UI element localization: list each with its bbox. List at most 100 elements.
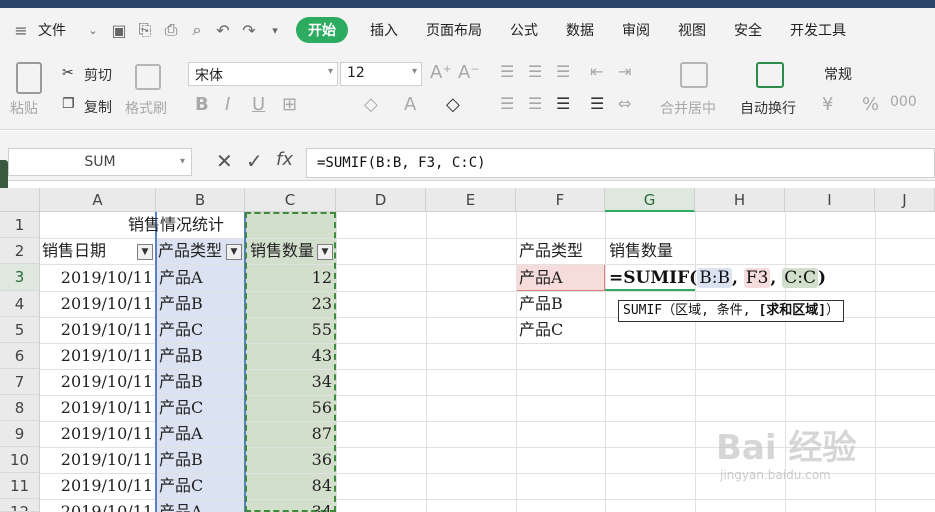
row-header-6[interactable]: 6: [0, 343, 40, 369]
cell-qty[interactable]: 87: [245, 421, 332, 447]
row-header-2[interactable]: 2: [0, 238, 40, 264]
cancel-icon[interactable]: ✕: [216, 149, 233, 173]
justify-icon[interactable]: ☰: [590, 94, 604, 113]
column-header-d[interactable]: D: [336, 188, 426, 212]
cell-type[interactable]: 产品A: [159, 265, 203, 291]
summary-item[interactable]: 产品C: [519, 317, 563, 343]
save-icon[interactable]: ▣: [106, 21, 132, 40]
wrap-text-icon[interactable]: [756, 62, 784, 88]
merge-center-icon[interactable]: [680, 62, 708, 88]
row-header-4[interactable]: 4: [0, 291, 40, 317]
summary-header-type[interactable]: 产品类型: [519, 238, 583, 264]
indent-increase-icon[interactable]: ⇥: [618, 62, 631, 81]
export-icon[interactable]: ⎘: [132, 20, 158, 40]
filter-dropdown-icon[interactable]: ▼: [137, 244, 153, 260]
cell-type[interactable]: 产品C: [159, 317, 203, 343]
cell-type[interactable]: 产品A: [159, 421, 203, 447]
cell-qty[interactable]: 56: [245, 395, 332, 421]
indent-decrease-icon[interactable]: ⇤: [590, 62, 603, 81]
cell-date[interactable]: 2019/10/11: [40, 499, 153, 512]
cell-type[interactable]: 产品A: [159, 499, 203, 512]
summary-item[interactable]: 产品A: [519, 265, 563, 291]
cell-qty[interactable]: 23: [245, 291, 332, 317]
column-header-e[interactable]: E: [426, 188, 516, 212]
cell-date[interactable]: 2019/10/11: [40, 343, 153, 369]
insert-function-button[interactable]: fx: [276, 149, 293, 170]
formula-input[interactable]: =SUMIF(B:B, F3, C:C): [306, 148, 935, 178]
column-header-h[interactable]: H: [695, 188, 785, 212]
hamburger-menu-icon[interactable]: ≡: [8, 21, 34, 40]
row-header-9[interactable]: 9: [0, 421, 40, 447]
in-cell-formula-editor[interactable]: =SUMIF(B:B, F3, C:C): [609, 266, 826, 290]
cell-date[interactable]: 2019/10/11: [40, 265, 153, 291]
row-header-8[interactable]: 8: [0, 395, 40, 421]
cell-qty[interactable]: 55: [245, 317, 332, 343]
italic-icon[interactable]: I: [225, 94, 230, 115]
column-header-i[interactable]: I: [785, 188, 875, 212]
tab-review[interactable]: 审阅: [608, 20, 664, 40]
filter-dropdown-icon[interactable]: ▼: [317, 244, 333, 260]
paste-icon[interactable]: [16, 62, 42, 94]
tab-developer[interactable]: 开发工具: [776, 20, 860, 40]
align-top-icon[interactable]: ☰: [500, 62, 514, 81]
cell-date[interactable]: 2019/10/11: [40, 395, 153, 421]
summary-header-qty[interactable]: 销售数量: [609, 238, 673, 264]
wrap-text-button[interactable]: 自动换行: [740, 98, 796, 118]
filter-dropdown-icon[interactable]: ▼: [226, 244, 242, 260]
select-all-corner[interactable]: [0, 188, 40, 212]
column-header-a[interactable]: A: [40, 188, 156, 212]
tab-page-layout[interactable]: 页面布局: [412, 20, 496, 40]
format-painter-button[interactable]: 格式刷: [125, 98, 167, 118]
paste-button[interactable]: 粘贴: [10, 98, 38, 118]
cell-type[interactable]: 产品B: [159, 447, 203, 473]
cell-date[interactable]: 2019/10/11: [40, 291, 153, 317]
print-icon[interactable]: ⎙: [158, 20, 184, 40]
row-header-12[interactable]: 12: [0, 499, 40, 512]
underline-icon[interactable]: U: [252, 94, 265, 115]
currency-icon[interactable]: ¥: [822, 94, 833, 115]
column-header-b[interactable]: B: [156, 188, 245, 212]
cell-qty[interactable]: 34: [245, 369, 332, 395]
tab-security[interactable]: 安全: [720, 20, 776, 40]
row-header-7[interactable]: 7: [0, 369, 40, 395]
cell-date[interactable]: 2019/10/11: [40, 317, 153, 343]
confirm-icon[interactable]: ✓: [246, 149, 263, 173]
font-size-select[interactable]: 12 ▾: [340, 62, 422, 86]
row-header-11[interactable]: 11: [0, 473, 40, 499]
tab-home[interactable]: 开始: [296, 17, 348, 43]
cell-qty[interactable]: 43: [245, 343, 332, 369]
cell-qty[interactable]: 34: [245, 499, 332, 512]
cell-type[interactable]: 产品B: [159, 343, 203, 369]
font-name-select[interactable]: 宋体 ▾: [188, 62, 338, 86]
cut-button[interactable]: 剪切: [84, 65, 112, 85]
cell-type[interactable]: 产品B: [159, 369, 203, 395]
decrease-font-icon[interactable]: A⁻: [458, 62, 480, 83]
cell-date[interactable]: 2019/10/11: [40, 369, 153, 395]
undo-icon[interactable]: ↶: [210, 21, 236, 40]
align-left-icon[interactable]: ☰: [500, 94, 514, 113]
row-header-1[interactable]: 1: [0, 212, 40, 238]
cell-qty[interactable]: 84: [245, 473, 332, 499]
column-header-f[interactable]: F: [516, 188, 605, 212]
font-color-icon[interactable]: A: [404, 94, 416, 115]
column-header-c[interactable]: C: [245, 188, 336, 212]
summary-item[interactable]: 产品B: [519, 291, 563, 317]
cell-type[interactable]: 产品C: [159, 395, 203, 421]
tab-formulas[interactable]: 公式: [496, 20, 552, 40]
row-header-5[interactable]: 5: [0, 317, 40, 343]
number-format-select[interactable]: 常规: [818, 62, 935, 86]
redo-icon[interactable]: ↷: [236, 21, 262, 40]
row-header-10[interactable]: 10: [0, 447, 40, 473]
merge-center-button[interactable]: 合并居中: [660, 98, 716, 118]
eraser-icon[interactable]: ◇: [446, 94, 460, 115]
cell-date[interactable]: 2019/10/11: [40, 473, 153, 499]
print-preview-icon[interactable]: ⌕: [184, 20, 210, 40]
name-box[interactable]: SUM ▾: [8, 148, 192, 176]
fill-color-icon[interactable]: ◇: [364, 94, 378, 115]
tab-data[interactable]: 数据: [552, 20, 608, 40]
copy-button[interactable]: 复制: [84, 97, 112, 117]
border-icon[interactable]: ⊞: [282, 94, 297, 115]
more-dropdown-icon[interactable]: ▾: [262, 24, 288, 37]
cell-type[interactable]: 产品C: [159, 473, 203, 499]
align-middle-icon[interactable]: ☰: [528, 62, 542, 81]
